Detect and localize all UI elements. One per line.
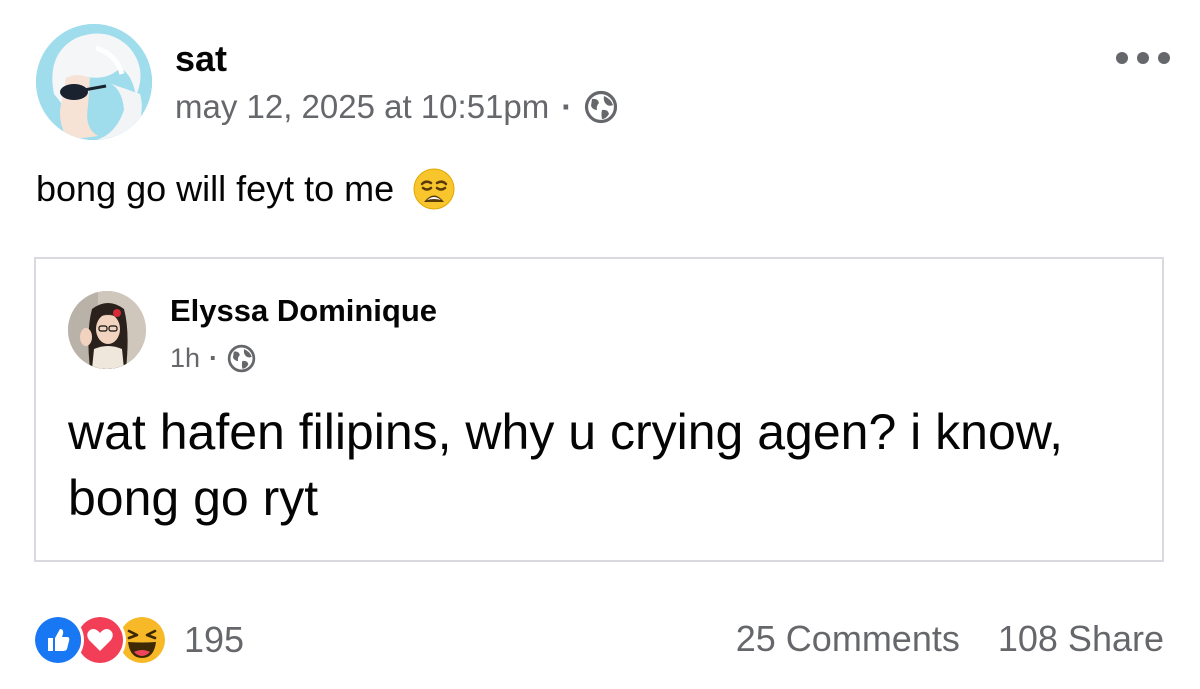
shared-author-avatar[interactable] (68, 291, 146, 369)
comments-count[interactable]: 25 Comments (736, 618, 960, 660)
reaction-count[interactable]: 195 (184, 619, 244, 661)
shared-post-time[interactable]: 1h (170, 343, 200, 374)
reactions-summary[interactable]: 195 (32, 614, 244, 666)
post-meta: may 12, 2025 at 10:51pm · (175, 88, 618, 126)
shares-count[interactable]: 108 Share (998, 618, 1164, 660)
shared-post-text: wat hafen filipins, why u crying agen? i… (68, 404, 1063, 526)
more-dot (1158, 52, 1170, 64)
post-text: bong go will feyt to me (36, 167, 456, 211)
avatar-illustration (36, 24, 152, 140)
shared-author-name[interactable]: Elyssa Dominique (170, 293, 437, 329)
more-dot (1116, 52, 1128, 64)
more-options-button[interactable] (1116, 46, 1170, 70)
weary-face-emoji (413, 168, 455, 210)
shared-post-meta: 1h · (170, 343, 256, 374)
post-body: bong go will feyt to me (36, 168, 395, 209)
shared-post-card[interactable]: Elyssa Dominique 1h · wat hafen filipins… (34, 257, 1164, 562)
like-icon (32, 614, 84, 666)
post-timestamp[interactable]: may 12, 2025 at 10:51pm (175, 88, 549, 126)
engagement-counts: 25 Comments 108 Share (736, 618, 1164, 660)
author-avatar[interactable] (36, 24, 152, 140)
meta-separator: · (209, 343, 219, 373)
globe-icon[interactable] (584, 90, 618, 124)
meta-separator: · (561, 88, 573, 125)
globe-icon[interactable] (227, 344, 256, 373)
author-name[interactable]: sat (175, 38, 227, 80)
shared-avatar-photo (68, 291, 146, 369)
more-dot (1137, 52, 1149, 64)
